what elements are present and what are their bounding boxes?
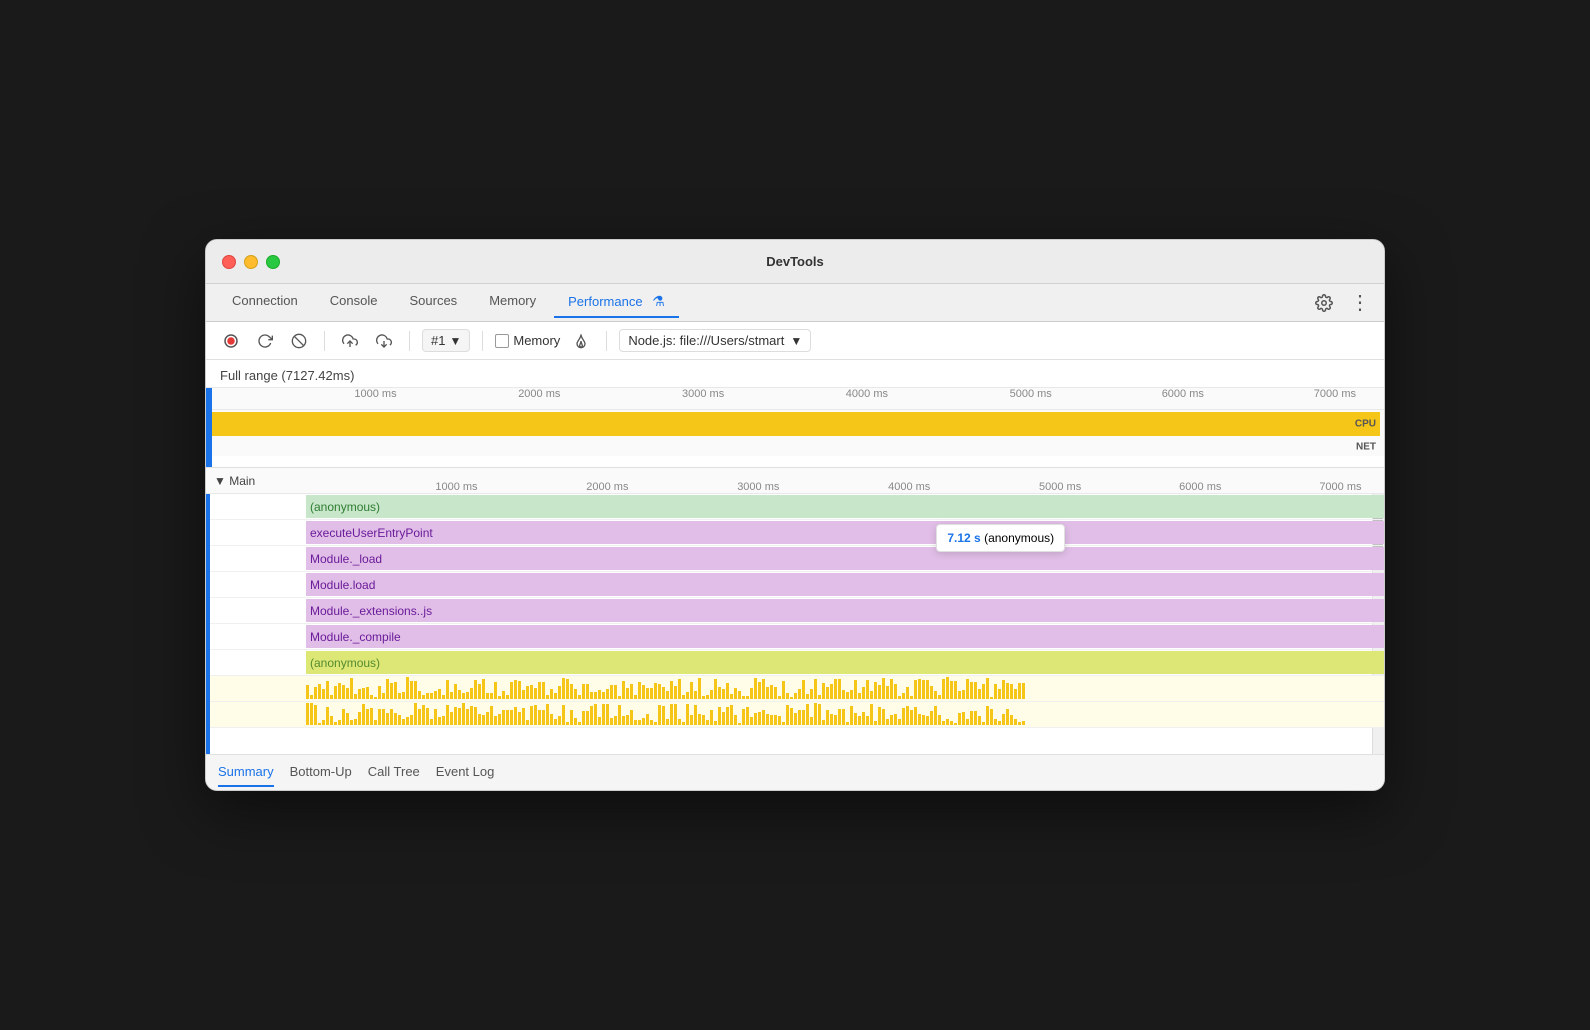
maximize-button[interactable] [266, 255, 280, 269]
timeline-overview[interactable]: 1000 ms 2000 ms 3000 ms 4000 ms 5000 ms … [206, 388, 1384, 468]
time-marker-5: 5000 ms [1010, 388, 1052, 400]
divider-1 [324, 331, 325, 351]
flame-ruler: ▼ Main 1000 ms 2000 ms 3000 ms 4000 ms 5… [206, 468, 1384, 494]
time-marker-3: 3000 ms [682, 388, 724, 400]
tabs-container: Connection Console Sources Memory Perfor… [218, 287, 1312, 318]
flame-bar-module-load2[interactable]: Module.load [306, 573, 1384, 596]
cpu-label: CPU [1355, 419, 1376, 430]
flame-left-indicator [206, 494, 210, 754]
divider-3 [482, 331, 483, 351]
flame-marker-4: 4000 ms [888, 481, 930, 493]
table-row: (anonymous) [206, 494, 1384, 520]
table-row: Module._extensions..js [206, 598, 1384, 624]
toolbar: #1 ▼ Memory Node.js: file:///Users/stmar… [206, 322, 1384, 360]
clear-button[interactable] [286, 328, 312, 354]
tooltip-time: 7.12 s [947, 531, 980, 545]
tab-event-log[interactable]: Event Log [436, 758, 495, 787]
table-row: Module.load [206, 572, 1384, 598]
window-title: DevTools [766, 254, 824, 269]
flame-bar-anonymous-1[interactable]: (anonymous) [306, 495, 1384, 518]
flame-marker-6: 6000 ms [1179, 481, 1221, 493]
target-select[interactable]: Node.js: file:///Users/stmart ▼ [619, 329, 811, 352]
upload-button[interactable] [337, 328, 363, 354]
divider-4 [606, 331, 607, 351]
flame-bar-anonymous-2[interactable]: (anonymous) [306, 651, 1384, 674]
main-content: Full range (7127.42ms) 1000 ms 2000 ms 3… [206, 360, 1384, 790]
target-label: Node.js: file:///Users/stmart [628, 333, 784, 348]
target-dropdown-icon: ▼ [790, 334, 802, 348]
more-icon[interactable]: ⋮ [1348, 291, 1372, 315]
tab-memory[interactable]: Memory [475, 287, 550, 318]
tab-console[interactable]: Console [316, 287, 392, 318]
tab-summary[interactable]: Summary [218, 758, 274, 787]
full-range-label: Full range (7127.42ms) [206, 360, 1384, 388]
flame-marker-2: 2000 ms [586, 481, 628, 493]
devtools-window: DevTools Connection Console Sources Memo… [205, 239, 1385, 791]
mini-bars-2 [306, 702, 1372, 727]
flame-bar-module-compile[interactable]: Module._compile [306, 625, 1384, 648]
main-section-label: ▼ Main [206, 474, 306, 488]
minimize-button[interactable] [244, 255, 258, 269]
time-marker-7: 7000 ms [1314, 388, 1356, 400]
table-row: Module._load [206, 546, 1384, 572]
tab-bar: Connection Console Sources Memory Perfor… [206, 284, 1384, 322]
record-button[interactable] [218, 328, 244, 354]
flame-marker-1: 1000 ms [435, 481, 477, 493]
time-marker-6: 6000 ms [1162, 388, 1204, 400]
flame-icon[interactable] [568, 328, 594, 354]
cpu-bar [210, 412, 1380, 436]
tab-performance[interactable]: Performance ⚗ [554, 287, 679, 318]
flame-bar-module-load[interactable]: Module._load [306, 547, 1384, 570]
table-row: executeUserEntryPoint 7.12 s (anonymous) [206, 520, 1384, 546]
net-bar-container: NET [206, 438, 1384, 456]
mini-bars-1: // Will be generated by JS below [306, 676, 1372, 701]
flame-marker-5: 5000 ms [1039, 481, 1081, 493]
session-select[interactable]: #1 ▼ [422, 329, 470, 352]
divider-2 [409, 331, 410, 351]
download-button[interactable] [371, 328, 397, 354]
table-row: Module._compile [206, 624, 1384, 650]
time-marker-4: 4000 ms [846, 388, 888, 400]
tab-sources[interactable]: Sources [395, 287, 471, 318]
tab-bar-actions: ⋮ [1312, 291, 1372, 315]
mini-bars-row-1: // Will be generated by JS below [206, 676, 1384, 702]
flame-rows: (anonymous) executeUserEntryPoint 7.12 s… [206, 494, 1384, 754]
close-button[interactable] [222, 255, 236, 269]
flame-section: ▼ Main 1000 ms 2000 ms 3000 ms 4000 ms 5… [206, 468, 1384, 754]
traffic-lights [222, 255, 280, 269]
session-dropdown-icon: ▼ [449, 334, 461, 348]
tab-connection[interactable]: Connection [218, 287, 312, 318]
memory-label: Memory [513, 333, 560, 348]
flame-marker-7: 7000 ms [1319, 481, 1361, 493]
tab-bottom-up[interactable]: Bottom-Up [290, 758, 352, 787]
bottom-tabs: Summary Bottom-Up Call Tree Event Log [206, 754, 1384, 790]
left-indicator [206, 388, 212, 467]
cpu-bar-container: CPU [206, 410, 1384, 438]
flame-tooltip: 7.12 s (anonymous) [936, 524, 1065, 552]
net-label: NET [1356, 442, 1376, 453]
flame-bar-module-extensions[interactable]: Module._extensions..js [306, 599, 1384, 622]
time-marker-2: 2000 ms [518, 388, 560, 400]
table-row: (anonymous) [206, 650, 1384, 676]
settings-icon[interactable] [1312, 291, 1336, 315]
mini-bars-row-2 [206, 702, 1384, 728]
flame-bar-execute[interactable]: executeUserEntryPoint [306, 521, 1384, 544]
memory-check[interactable] [495, 334, 509, 348]
time-marker-1: 1000 ms [354, 388, 396, 400]
memory-checkbox[interactable]: Memory [495, 333, 560, 348]
session-label: #1 [431, 333, 445, 348]
title-bar: DevTools [206, 240, 1384, 284]
tab-call-tree[interactable]: Call Tree [368, 758, 420, 787]
flame-marker-3: 3000 ms [737, 481, 779, 493]
tooltip-func: (anonymous) [984, 531, 1054, 545]
refresh-button[interactable] [252, 328, 278, 354]
